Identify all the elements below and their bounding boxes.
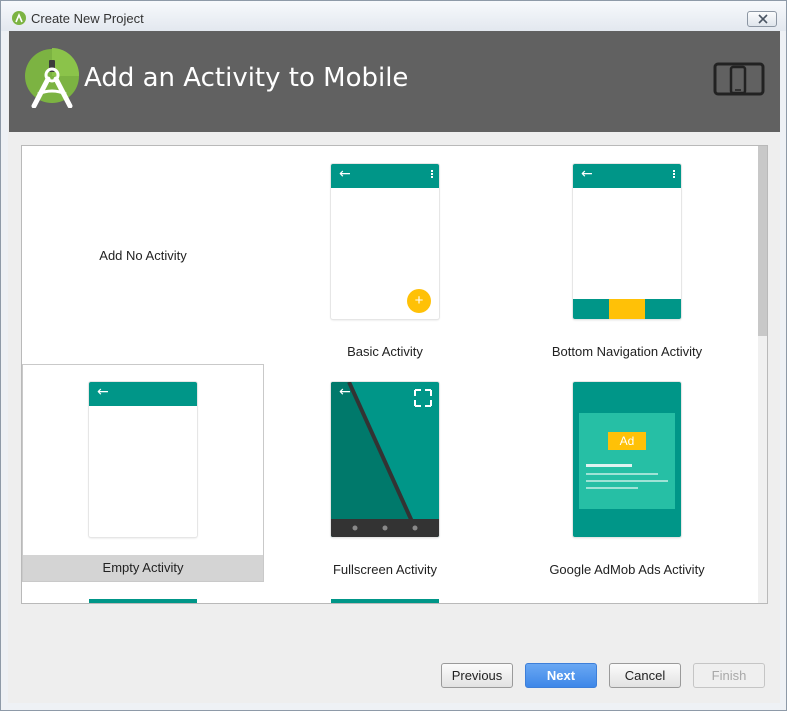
fab-plus-icon: + — [407, 289, 431, 313]
template-label: Bottom Navigation Activity — [551, 344, 703, 359]
back-arrow-icon: ← — [339, 166, 351, 182]
preview-bottom-nav-active — [609, 299, 645, 319]
template-empty-activity[interactable]: ← Empty Activity — [22, 364, 264, 582]
fullscreen-diagonal-art — [331, 382, 439, 537]
ad-line — [586, 464, 632, 467]
close-icon — [758, 14, 768, 24]
phone-tablet-icon — [713, 62, 765, 96]
template-label: Basic Activity — [347, 344, 423, 359]
template-basic-activity[interactable]: ← + Basic Activity — [264, 146, 506, 364]
previous-button[interactable]: Previous — [441, 663, 513, 688]
template-label: Empty Activity — [23, 555, 263, 581]
ad-line — [586, 473, 658, 475]
bottom-navigation-preview: ← — [573, 164, 681, 319]
overflow-menu-icon — [673, 170, 675, 179]
ad-line — [586, 487, 638, 489]
template-gallery[interactable]: Add No Activity ← + Basic Activity ← Bot… — [21, 145, 768, 604]
template-label: Add No Activity — [99, 248, 187, 263]
cancel-button[interactable]: Cancel — [609, 663, 681, 688]
back-arrow-icon: ← — [97, 384, 109, 400]
template-preview-partial — [89, 599, 197, 603]
android-studio-logo-icon — [25, 48, 80, 108]
ad-line — [586, 480, 668, 482]
template-add-no-activity[interactable]: Add No Activity — [22, 146, 264, 364]
overflow-menu-icon — [431, 170, 433, 179]
fullscreen-preview: ← — [331, 382, 439, 537]
dialog-content: Add an Activity to Mobile Add No Activit… — [8, 31, 780, 703]
basic-activity-preview: ← + — [331, 164, 439, 319]
template-label: Google AdMob Ads Activity — [549, 562, 705, 577]
template-label: Fullscreen Activity — [332, 562, 438, 577]
ad-card: Ad — [579, 413, 675, 509]
template-bottom-navigation-activity[interactable]: ← Bottom Navigation Activity — [506, 146, 748, 364]
template-admob-ads-activity[interactable]: Ad Google AdMob Ads Activity — [506, 364, 748, 582]
page-title: Add an Activity to Mobile — [84, 63, 409, 93]
next-button[interactable]: Next — [525, 663, 597, 688]
close-button[interactable] — [747, 11, 777, 27]
window-title: Create New Project — [31, 11, 144, 26]
title-bar[interactable]: Create New Project — [1, 1, 786, 31]
create-project-window: Create New Project Add an Activity to Mo… — [0, 0, 787, 711]
header-banner: Add an Activity to Mobile — [9, 31, 780, 132]
empty-activity-preview: ← — [89, 382, 197, 537]
admob-preview: Ad — [573, 382, 681, 537]
back-arrow-icon: ← — [339, 384, 351, 400]
template-preview-partial — [331, 599, 439, 603]
preview-app-bar: ← — [331, 164, 439, 188]
preview-app-bar: ← — [573, 164, 681, 188]
finish-button[interactable]: Finish — [693, 663, 765, 688]
ad-badge: Ad — [608, 432, 646, 450]
template-fullscreen-activity[interactable]: ← Fullscreen Activity — [264, 364, 506, 582]
preview-app-bar: ← — [89, 382, 197, 406]
back-arrow-icon: ← — [581, 166, 593, 182]
gallery-scrollbar-thumb[interactable] — [758, 146, 767, 336]
android-studio-small-icon — [12, 11, 26, 25]
